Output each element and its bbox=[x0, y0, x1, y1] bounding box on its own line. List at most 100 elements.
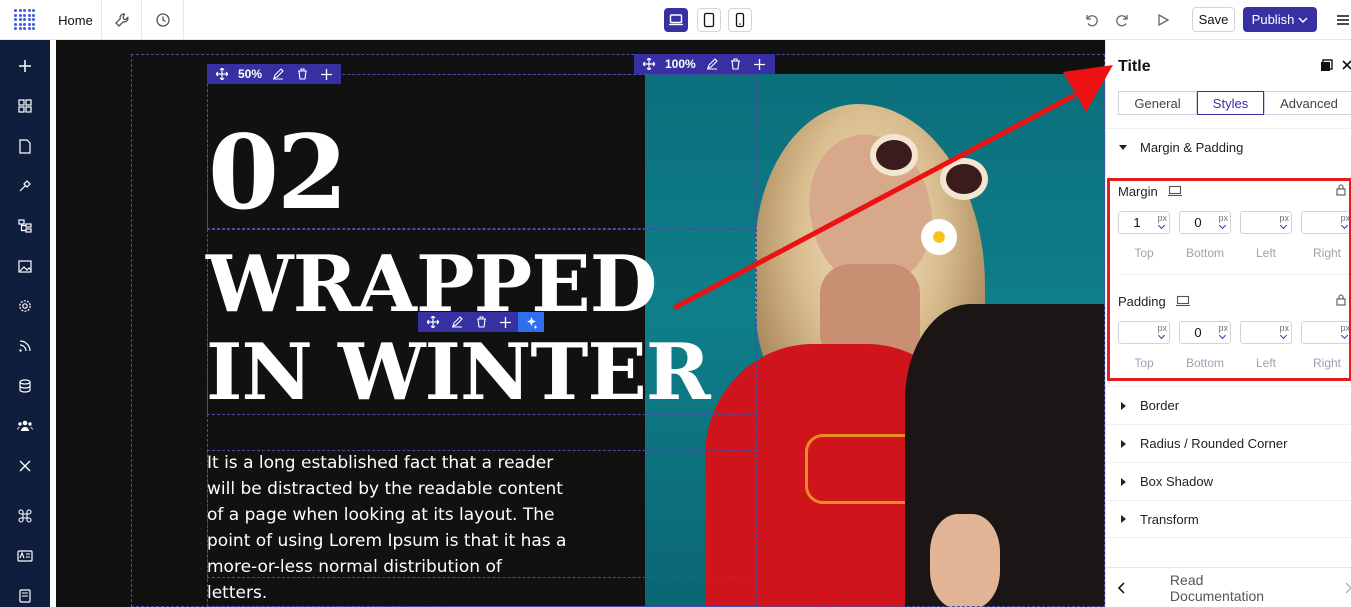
dock-icon[interactable] bbox=[1320, 59, 1333, 72]
users-button[interactable] bbox=[15, 416, 35, 436]
page-canvas[interactable]: 50% 100% 02 WRAPPED IN WINTER It is a lo… bbox=[56, 40, 1105, 607]
read-documentation-link[interactable]: Read Documentation bbox=[1170, 572, 1300, 604]
move-icon[interactable] bbox=[638, 54, 660, 74]
section-border-label: Border bbox=[1140, 398, 1180, 413]
app-logo[interactable] bbox=[0, 0, 50, 40]
gear-icon bbox=[19, 300, 31, 312]
section-margin-padding-label: Margin & Padding bbox=[1140, 140, 1244, 155]
mobile-view-button[interactable] bbox=[728, 8, 752, 32]
phone-icon bbox=[735, 12, 745, 28]
undo-button[interactable] bbox=[1081, 10, 1101, 30]
docs-button[interactable] bbox=[15, 586, 35, 606]
settings-sidebar-button[interactable] bbox=[15, 296, 35, 316]
panel-footer: Read Documentation bbox=[1106, 567, 1351, 607]
database-icon bbox=[19, 379, 31, 393]
top-toolbar: Home Save Publish bbox=[0, 0, 1351, 40]
title-line-2[interactable]: IN WINTER bbox=[206, 334, 711, 412]
body-paragraph[interactable]: It is a long established fact that a rea… bbox=[207, 450, 567, 606]
chevron-left-icon[interactable] bbox=[1118, 581, 1126, 594]
add-icon[interactable] bbox=[315, 64, 337, 84]
tab-styles[interactable]: Styles bbox=[1197, 91, 1264, 115]
section-box-shadow-label: Box Shadow bbox=[1140, 474, 1213, 489]
play-icon bbox=[1158, 13, 1170, 27]
undo-icon bbox=[1086, 15, 1098, 27]
shortcuts-button[interactable] bbox=[15, 506, 35, 526]
history-button[interactable] bbox=[142, 0, 184, 40]
publish-button[interactable]: Publish bbox=[1243, 7, 1317, 32]
pages-button[interactable] bbox=[15, 136, 35, 156]
move-icon[interactable] bbox=[422, 312, 444, 332]
home-label: Home bbox=[58, 12, 93, 28]
section-width-pct[interactable]: 50% bbox=[235, 67, 265, 81]
database-button[interactable] bbox=[15, 376, 35, 396]
caret-right-icon bbox=[1106, 477, 1140, 486]
edit-icon[interactable] bbox=[267, 64, 289, 84]
users-icon bbox=[17, 420, 33, 431]
trash-icon[interactable] bbox=[470, 312, 492, 332]
section-radius-label: Radius / Rounded Corner bbox=[1140, 436, 1288, 451]
tablet-view-button[interactable] bbox=[697, 8, 721, 32]
fonts-button[interactable] bbox=[15, 546, 35, 566]
hamburger-menu-icon bbox=[1337, 15, 1349, 25]
chevron-down-icon bbox=[1298, 16, 1308, 23]
caret-right-icon bbox=[1106, 401, 1140, 410]
trash-icon[interactable] bbox=[291, 64, 313, 84]
structure-button[interactable] bbox=[15, 216, 35, 236]
desktop-view-button[interactable] bbox=[664, 8, 688, 32]
tablet-icon bbox=[703, 12, 715, 28]
tab-general[interactable]: General bbox=[1118, 91, 1197, 115]
home-button[interactable]: Home bbox=[50, 0, 102, 40]
image-icon bbox=[18, 259, 32, 273]
add-icon[interactable] bbox=[749, 54, 771, 74]
media-button[interactable] bbox=[15, 256, 35, 276]
caret-right-icon bbox=[1106, 439, 1140, 448]
design-button[interactable] bbox=[15, 176, 35, 196]
section-transform-label: Transform bbox=[1140, 511, 1199, 527]
tools-button[interactable] bbox=[15, 456, 35, 476]
element-toolbar bbox=[418, 312, 544, 332]
settings-button[interactable] bbox=[102, 0, 142, 40]
menu-button[interactable] bbox=[1333, 10, 1351, 30]
layouts-button[interactable] bbox=[15, 96, 35, 116]
add-icon[interactable] bbox=[494, 312, 516, 332]
add-element-button[interactable] bbox=[15, 56, 35, 76]
save-button[interactable]: Save bbox=[1192, 7, 1235, 32]
section-toolbar: 50% bbox=[207, 64, 342, 84]
plus-icon bbox=[19, 60, 31, 72]
redo-button[interactable] bbox=[1113, 10, 1133, 30]
id-card-icon bbox=[17, 550, 33, 562]
section-transform[interactable]: Transform bbox=[1106, 500, 1351, 538]
wrench-icon bbox=[114, 13, 129, 27]
section-radius[interactable]: Radius / Rounded Corner bbox=[1106, 424, 1351, 462]
redo-icon bbox=[1116, 15, 1128, 27]
trash-icon[interactable] bbox=[725, 54, 747, 74]
caret-down-icon bbox=[1106, 145, 1140, 150]
section-box-shadow[interactable]: Box Shadow bbox=[1106, 462, 1351, 500]
annotation-highlight-box bbox=[1107, 178, 1351, 381]
panel-title: Title bbox=[1118, 58, 1151, 75]
ai-sparkle-icon[interactable] bbox=[518, 312, 544, 332]
edit-icon[interactable] bbox=[701, 54, 723, 74]
close-icon[interactable] bbox=[1342, 60, 1351, 70]
laptop-icon bbox=[669, 14, 683, 26]
publish-label: Publish bbox=[1251, 12, 1295, 27]
panel-tabs: General Styles Advanced bbox=[1118, 91, 1351, 115]
move-icon[interactable] bbox=[211, 64, 233, 84]
feed-icon bbox=[19, 340, 31, 352]
logo-icon bbox=[14, 9, 36, 31]
grid-icon bbox=[18, 99, 32, 113]
clock-icon bbox=[155, 13, 170, 27]
edit-icon[interactable] bbox=[446, 312, 468, 332]
chevron-right-icon[interactable] bbox=[1344, 581, 1351, 594]
dynamic-content-button[interactable] bbox=[15, 336, 35, 356]
column-width-pct[interactable]: 100% bbox=[662, 57, 699, 71]
section-margin-padding[interactable]: Margin & Padding bbox=[1106, 128, 1351, 166]
save-label: Save bbox=[1198, 12, 1229, 27]
preview-button[interactable] bbox=[1153, 10, 1173, 30]
section-border[interactable]: Border bbox=[1106, 386, 1351, 424]
page-icon bbox=[19, 138, 31, 154]
left-sidebar bbox=[0, 40, 50, 607]
command-icon bbox=[18, 509, 32, 523]
tab-advanced[interactable]: Advanced bbox=[1264, 91, 1351, 115]
title-number[interactable]: 02 bbox=[208, 122, 348, 224]
